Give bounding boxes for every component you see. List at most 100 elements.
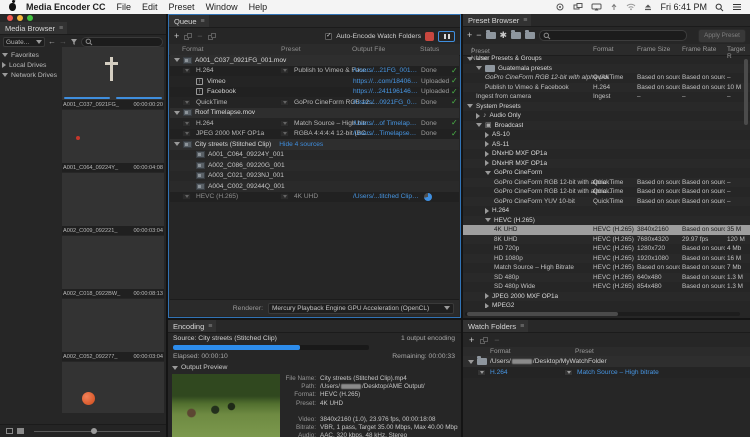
- upload-url-link[interactable]: https://...24119614602283: [353, 88, 419, 95]
- column-preset-name[interactable]: Preset Name ↑: [471, 46, 474, 53]
- preset-row[interactable]: User Presets & Groups: [463, 54, 750, 64]
- format-dropdown[interactable]: [182, 67, 191, 74]
- preset-dropdown[interactable]: [280, 99, 289, 106]
- upload-url-link[interactable]: https://...com/184066142: [353, 78, 419, 85]
- output-format[interactable]: H.264: [196, 120, 214, 127]
- preset-dropdown[interactable]: [280, 193, 289, 200]
- panel-menu-icon[interactable]: ≡: [208, 323, 211, 330]
- vertical-scrollbar[interactable]: [744, 59, 748, 125]
- thumbnail-view-icon[interactable]: [17, 428, 24, 434]
- apply-preset-button[interactable]: Apply Preset: [698, 29, 746, 43]
- disclosure-icon[interactable]: [2, 62, 6, 68]
- disclosure-icon[interactable]: [476, 113, 480, 119]
- tab-preset-browser[interactable]: Preset Browser ≡: [463, 14, 531, 26]
- preset-row[interactable]: Publish to Vimeo & FacebookH.264Based on…: [463, 83, 750, 93]
- preset-row[interactable]: HEVC (H.265): [463, 216, 750, 226]
- preset-dropdown[interactable]: [280, 67, 289, 74]
- media-clip-item[interactable]: A001_C064_09224Y_00:00:04:08: [62, 110, 164, 172]
- disclosure-icon[interactable]: [485, 208, 489, 214]
- slider-handle[interactable]: [91, 428, 97, 434]
- preset-row[interactable]: GoPro CineForm RGB 12-bit with alpha (Al…: [463, 73, 750, 83]
- disclosure-icon[interactable]: [2, 53, 8, 57]
- preset-row[interactable]: 8K UHDHEVC (H.265)7680x432029.97 fps120 …: [463, 235, 750, 245]
- watch-folder-preset[interactable]: Match Source – High bitrate: [577, 369, 659, 376]
- disclosure-icon[interactable]: [485, 141, 489, 147]
- preset-row[interactable]: Ingest from cameraIngest–––: [463, 92, 750, 102]
- media-clip-item[interactable]: A002_C052_092277_00:00:03:04: [62, 299, 164, 361]
- forward-button[interactable]: →: [59, 38, 67, 46]
- import-presets-button[interactable]: [511, 32, 521, 39]
- thumbnail-zoom-slider[interactable]: [34, 431, 160, 432]
- remove-button[interactable]: −: [197, 32, 202, 41]
- output-file-link[interactable]: /Users/...titched Clip).mp4: [353, 193, 419, 200]
- preset-row[interactable]: 4K UHDHEVC (H.265)3840x2160Based on sour…: [463, 225, 750, 235]
- preset-row[interactable]: JPEG 2000 MXF OP1a: [463, 292, 750, 302]
- queue-row[interactable]: Roof Timelapse.mov: [170, 108, 459, 119]
- format-dropdown[interactable]: [477, 369, 486, 376]
- display-airplay-icon[interactable]: [591, 3, 602, 11]
- column-format[interactable]: Format: [490, 348, 511, 355]
- tab-encoding[interactable]: Encoding ≡: [168, 320, 216, 332]
- delete-preset-button[interactable]: −: [476, 31, 481, 40]
- queue-row[interactable]: ↑Facebookhttps://...24119614602283Upload…: [170, 87, 459, 98]
- preset-row[interactable]: AS-10: [463, 130, 750, 140]
- tree-item-local-drives[interactable]: Local Drives: [2, 60, 60, 70]
- panel-menu-icon[interactable]: ≡: [523, 17, 526, 24]
- disclosure-icon[interactable]: [468, 360, 474, 364]
- preset-dropdown[interactable]: [280, 130, 289, 137]
- preset-row[interactable]: ▣Broadcast: [463, 121, 750, 131]
- list-view-icon[interactable]: [6, 428, 13, 434]
- media-search-input[interactable]: [81, 37, 163, 47]
- format-dropdown[interactable]: [182, 99, 191, 106]
- menu-help[interactable]: Help: [249, 2, 268, 12]
- disclosure-icon[interactable]: [485, 132, 489, 138]
- column-frame-size[interactable]: Frame Size: [637, 46, 670, 53]
- new-group-button[interactable]: [486, 32, 496, 39]
- disclosure-icon[interactable]: [485, 160, 489, 166]
- duplicate-watch-folder-button[interactable]: [480, 337, 488, 344]
- preset-search-input[interactable]: [539, 30, 687, 41]
- disclosure-icon[interactable]: [485, 151, 489, 157]
- menu-file[interactable]: File: [117, 2, 132, 12]
- preset-row[interactable]: DNxHR MXF OP1a: [463, 159, 750, 169]
- horizontal-scrollbar[interactable]: [465, 312, 740, 316]
- format-dropdown[interactable]: [182, 130, 191, 137]
- duplicate-button[interactable]: [184, 33, 192, 40]
- output-format[interactable]: H.264: [196, 67, 214, 74]
- app-menu-title[interactable]: Media Encoder CC: [26, 2, 106, 12]
- clip-scrub-bar[interactable]: [64, 97, 162, 99]
- remove-watch-folder-button[interactable]: −: [494, 336, 499, 345]
- disclosure-icon[interactable]: [174, 111, 180, 115]
- preset-row[interactable]: GoPro CineForm YUV 10-bitQuickTimeBased …: [463, 197, 750, 207]
- preset-row[interactable]: Guatemala presets: [463, 64, 750, 74]
- watch-folder-format[interactable]: H.264: [490, 369, 508, 376]
- zoom-window-button[interactable]: [27, 15, 33, 21]
- menu-clock[interactable]: Fri 6:41 PM: [660, 2, 707, 12]
- disclosure-icon[interactable]: [485, 218, 491, 222]
- tab-watch-folders[interactable]: Watch Folders ≡: [463, 320, 528, 332]
- preset-row[interactable]: H.264: [463, 206, 750, 216]
- panel-menu-icon[interactable]: ≡: [59, 25, 62, 32]
- back-button[interactable]: ←: [48, 38, 56, 46]
- column-format[interactable]: Format: [182, 46, 204, 53]
- wifi-icon[interactable]: [626, 3, 636, 11]
- renderer-dropdown[interactable]: Mercury Playback Engine GPU Acceleration…: [268, 303, 454, 314]
- new-preset-button[interactable]: +: [467, 31, 472, 40]
- preset-settings-button[interactable]: ✱: [500, 31, 508, 40]
- queue-row[interactable]: H.264Publish to Vimeo & Face.../Users/..…: [170, 66, 459, 77]
- disclosure-icon[interactable]: [476, 66, 482, 70]
- pause-queue-button[interactable]: [438, 31, 455, 42]
- disclosure-icon[interactable]: [476, 123, 482, 127]
- camera-status-icon[interactable]: [555, 3, 565, 11]
- disclosure-icon[interactable]: [174, 142, 180, 146]
- output-preset[interactable]: 4K UHD: [294, 193, 318, 200]
- hide-sources-link[interactable]: Hide 4 sources: [279, 141, 323, 148]
- preset-row[interactable]: GoPro CineForm RGB 12-bit with alphaQuic…: [463, 178, 750, 188]
- location-dropdown[interactable]: Guate...: [3, 37, 45, 47]
- disclosure-icon[interactable]: [485, 303, 489, 309]
- tree-item-network-drives[interactable]: Network Drives: [2, 70, 60, 80]
- queue-row[interactable]: A001_C037_0921FG_001.mov: [170, 55, 459, 66]
- queue-row[interactable]: QuickTimeGoPro CineForm RGB 12.../Users/…: [170, 97, 459, 108]
- close-window-button[interactable]: [7, 15, 13, 21]
- media-clip-item[interactable]: A002_C009_092221_00:00:03:04: [62, 173, 164, 235]
